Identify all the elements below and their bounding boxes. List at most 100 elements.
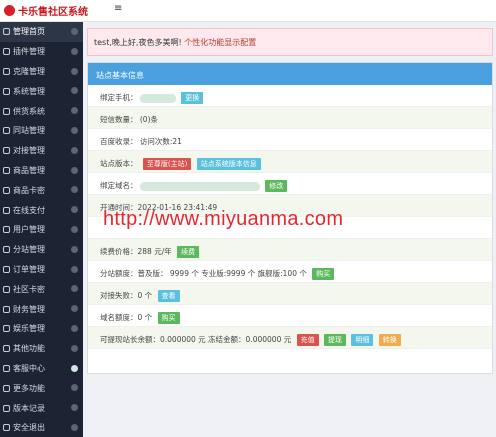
menu-icon bbox=[3, 285, 10, 293]
version-badge: 至尊版(主站) bbox=[142, 158, 192, 170]
menu-icon bbox=[3, 166, 10, 174]
sidebar-item-label: 分站管理 bbox=[13, 245, 45, 255]
buy-domain-quota-button[interactable]: 购买 bbox=[157, 312, 180, 324]
chevron-icon bbox=[71, 285, 78, 293]
menu-icon bbox=[3, 107, 10, 115]
sidebar-item-label: 财务管理 bbox=[13, 304, 45, 314]
sidebar-item-19[interactable]: 版本记录 bbox=[0, 398, 83, 418]
chevron-icon bbox=[71, 126, 78, 134]
row-balance: 可提现站长余额：0.000000 元 冻结金额：0.000000 元 充值 提现… bbox=[88, 327, 492, 349]
menu-icon bbox=[3, 127, 10, 135]
menu-icon bbox=[3, 404, 10, 412]
sidebar-item-12[interactable]: 订单管理 bbox=[0, 260, 83, 280]
top-bar: 卡乐售社区系统 ≡ bbox=[0, 0, 496, 22]
recharge-button[interactable]: 充值 bbox=[296, 334, 319, 346]
row-baidu: 百度收录： 访问次数:21 bbox=[88, 129, 492, 151]
sidebar-item-0[interactable]: 管理首页 bbox=[0, 22, 83, 42]
personalization-link[interactable]: 个性化功能显示配置 bbox=[184, 38, 256, 47]
chevron-icon bbox=[71, 206, 78, 214]
chevron-icon bbox=[71, 186, 78, 194]
sidebar-item-label: 克隆管理 bbox=[13, 66, 45, 76]
sidebar-item-label: 版本记录 bbox=[13, 403, 45, 413]
sidebar-item-label: 商品卡密 bbox=[13, 185, 45, 195]
buy-quota-button[interactable]: 购买 bbox=[312, 268, 335, 280]
sidebar-item-20[interactable]: 安全退出 bbox=[0, 418, 83, 437]
sidebar-item-16[interactable]: 其他功能 bbox=[0, 339, 83, 359]
chevron-icon bbox=[71, 404, 78, 412]
sidebar-item-label: 用户管理 bbox=[13, 225, 45, 235]
sidebar-item-1[interactable]: 插件管理 bbox=[0, 42, 83, 62]
menu-icon bbox=[3, 87, 10, 95]
sidebar-item-label: 安全退出 bbox=[13, 423, 45, 433]
chevron-icon bbox=[71, 47, 78, 55]
renew-button[interactable]: 续费 bbox=[177, 246, 200, 258]
edit-domain-button[interactable]: 修改 bbox=[265, 180, 288, 192]
sidebar-item-label: 管理首页 bbox=[13, 27, 45, 37]
greeting-notice: test,晚上好,夜色多美啊! 个性化功能显示配置 bbox=[87, 28, 493, 56]
menu-icon bbox=[3, 265, 10, 273]
app-logo[interactable]: 卡乐售社区系统 bbox=[4, 3, 88, 18]
chevron-icon bbox=[71, 166, 78, 174]
menu-icon bbox=[3, 305, 10, 313]
sidebar-item-label: 更多功能 bbox=[13, 383, 45, 393]
sidebar-item-9[interactable]: 在线支付 bbox=[0, 200, 83, 220]
chevron-icon bbox=[71, 107, 78, 115]
chevron-icon bbox=[71, 344, 78, 352]
chevron-icon bbox=[71, 305, 78, 313]
menu-icon bbox=[3, 325, 10, 333]
logo-icon bbox=[4, 5, 15, 16]
chevron-icon bbox=[71, 245, 78, 253]
chevron-icon bbox=[71, 384, 78, 392]
sidebar-item-6[interactable]: 对接管理 bbox=[0, 141, 83, 161]
sidebar-item-15[interactable]: 娱乐管理 bbox=[0, 319, 83, 339]
menu-icon bbox=[3, 28, 10, 36]
masked-domain bbox=[139, 181, 260, 191]
watermark-url: http://www.miyuanma.com bbox=[103, 208, 344, 230]
menu-icon bbox=[3, 186, 10, 194]
convert-button[interactable]: 转换 bbox=[378, 334, 401, 346]
sidebar-item-17[interactable]: 客服中心 bbox=[0, 359, 83, 379]
sidebar-item-label: 客服中心 bbox=[13, 363, 45, 373]
chevron-icon bbox=[71, 225, 78, 233]
sidebar-item-5[interactable]: 同站管理 bbox=[0, 121, 83, 141]
status-dot-icon bbox=[71, 364, 78, 372]
sidebar-item-7[interactable]: 商品管理 bbox=[0, 161, 83, 181]
change-phone-button[interactable]: 更换 bbox=[181, 92, 204, 104]
sidebar-item-10[interactable]: 用户管理 bbox=[0, 220, 83, 240]
greeting-text: test,晚上好,夜色多美啊! bbox=[94, 38, 185, 47]
view-failed-button[interactable]: 查看 bbox=[157, 290, 180, 302]
chevron-icon bbox=[71, 423, 78, 431]
chevron-icon bbox=[71, 324, 78, 332]
sidebar-item-label: 娱乐管理 bbox=[13, 324, 45, 334]
sidebar-item-14[interactable]: 财务管理 bbox=[0, 299, 83, 319]
sidebar-item-4[interactable]: 供货系统 bbox=[0, 101, 83, 121]
logo-text: 卡乐售社区系统 bbox=[18, 7, 88, 18]
menu-toggle-button[interactable]: ≡ bbox=[114, 3, 122, 14]
chevron-icon bbox=[71, 265, 78, 273]
sidebar: 管理首页插件管理克隆管理系统管理 供货系统 同站管理对接管理商品管理商品卡密在线支付… bbox=[0, 22, 83, 437]
sidebar-item-2[interactable]: 克隆管理 bbox=[0, 62, 83, 82]
sidebar-item-13[interactable]: 社区卡密 bbox=[0, 279, 83, 299]
sidebar-item-label: 商品管理 bbox=[13, 165, 45, 175]
sidebar-item-8[interactable]: 商品卡密 bbox=[0, 180, 83, 200]
chevron-icon bbox=[71, 87, 78, 95]
sidebar-item-label: 在线支付 bbox=[13, 205, 45, 215]
row-quota: 分站额度：普及版： 9999 个 专业版:9999 个 旗舰版:100 个 购买 bbox=[88, 261, 492, 283]
sidebar-item-11[interactable]: 分站管理 bbox=[0, 240, 83, 260]
withdraw-button[interactable]: 提现 bbox=[324, 334, 347, 346]
row-renew: 续费价格：288 元/年 续费 bbox=[88, 239, 492, 261]
version-info-badge: 站点系统版本信息 bbox=[196, 158, 261, 170]
sidebar-item-label: 对接管理 bbox=[13, 146, 45, 156]
menu-icon bbox=[3, 147, 10, 155]
sidebar-item-label: 订单管理 bbox=[13, 264, 45, 274]
chevron-icon bbox=[71, 146, 78, 154]
menu-icon bbox=[3, 206, 10, 214]
row-sms: 短信数量： (0)条 bbox=[88, 107, 492, 129]
details-button[interactable]: 明细 bbox=[351, 334, 374, 346]
sidebar-item-3[interactable]: 系统管理 bbox=[0, 81, 83, 101]
sidebar-item-label: 插件管理 bbox=[13, 47, 45, 57]
row-domain: 绑定域名： 修改 bbox=[88, 173, 492, 195]
menu-icon bbox=[3, 345, 10, 353]
sidebar-item-18[interactable]: 更多功能 bbox=[0, 378, 83, 398]
masked-phone bbox=[139, 93, 176, 103]
